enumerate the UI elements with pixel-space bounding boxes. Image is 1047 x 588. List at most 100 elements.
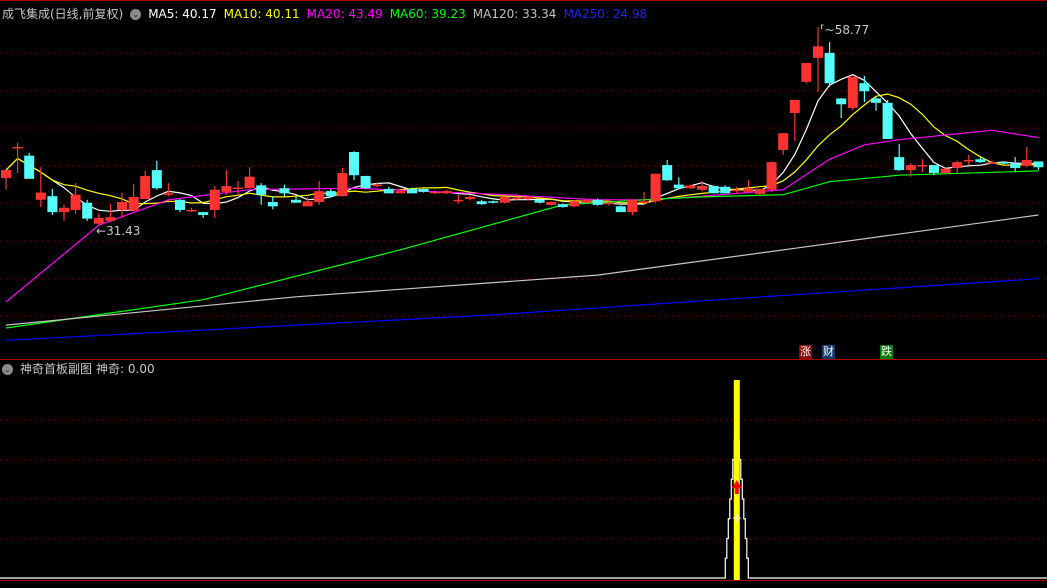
candle-body bbox=[871, 98, 881, 103]
candle-body bbox=[662, 165, 673, 181]
sub-header: ⌄ 神奇首板副图 神奇: 0.00 bbox=[2, 361, 155, 377]
candle-body bbox=[186, 209, 197, 212]
high-price-label: ⸢~58.77 bbox=[820, 23, 870, 37]
candle-up bbox=[128, 183, 139, 211]
candle-body bbox=[198, 212, 209, 216]
candle-body bbox=[975, 159, 986, 163]
candle-down bbox=[662, 159, 673, 181]
candle-body bbox=[441, 191, 452, 194]
ma10-label: MA10: 40.11 bbox=[223, 7, 300, 21]
ma20-label: MA20: 43.49 bbox=[306, 7, 383, 21]
candle-up bbox=[221, 170, 232, 195]
candle-up bbox=[1021, 146, 1032, 168]
candle-up bbox=[209, 186, 220, 218]
candle-body bbox=[789, 99, 800, 113]
candle-down bbox=[175, 199, 185, 213]
chevron-down-icon[interactable]: ⌄ bbox=[2, 363, 13, 375]
candle-down bbox=[325, 188, 336, 197]
candle-body bbox=[824, 52, 835, 84]
marker-die[interactable]: 跌 bbox=[880, 345, 893, 359]
candle-body bbox=[940, 168, 951, 174]
candle-body bbox=[650, 173, 661, 202]
candle-up bbox=[697, 180, 707, 192]
candle-down bbox=[267, 196, 278, 210]
candle-body bbox=[175, 199, 185, 210]
candle-body bbox=[59, 207, 69, 213]
candle-body bbox=[801, 62, 812, 82]
candle-up bbox=[569, 200, 580, 208]
chevron-down-icon[interactable]: ⌄ bbox=[130, 8, 142, 20]
sub-title: 神奇首板副图 bbox=[20, 362, 93, 376]
candle-up bbox=[441, 189, 452, 195]
candle-up bbox=[140, 170, 151, 200]
candle-body bbox=[778, 133, 789, 150]
candle-up bbox=[35, 167, 46, 208]
stock-title: 成飞集成(日线,前复权) bbox=[2, 7, 124, 21]
candle-body bbox=[465, 196, 475, 200]
ma250-label: MA250: 24.98 bbox=[563, 7, 648, 21]
candle-body bbox=[894, 157, 905, 171]
candle-body bbox=[581, 199, 591, 203]
candle-body bbox=[882, 102, 893, 140]
candle-body bbox=[639, 201, 649, 203]
candle-body bbox=[511, 197, 522, 200]
candle-up bbox=[117, 192, 127, 218]
candle-down bbox=[708, 185, 719, 194]
candle-body bbox=[1033, 161, 1044, 168]
candle-up bbox=[789, 99, 800, 142]
candle-down bbox=[24, 152, 35, 179]
candle-up bbox=[766, 161, 777, 192]
candle-up bbox=[847, 76, 858, 111]
candle-body bbox=[128, 196, 139, 211]
candle-body bbox=[47, 196, 58, 213]
candle-body bbox=[325, 191, 336, 197]
candle-up bbox=[314, 180, 325, 205]
candle-body bbox=[952, 162, 963, 168]
candle-down bbox=[383, 186, 394, 194]
candle-body bbox=[244, 176, 255, 189]
candle-up bbox=[453, 194, 464, 204]
candle-body bbox=[569, 201, 580, 207]
marker-zhang[interactable]: 涨 bbox=[799, 345, 812, 359]
candle-body bbox=[453, 199, 464, 202]
candle-body bbox=[499, 196, 510, 203]
candle-up bbox=[952, 160, 963, 174]
candle-body bbox=[847, 76, 858, 108]
candle-up bbox=[627, 199, 638, 216]
candle-up bbox=[12, 142, 23, 174]
candle-body bbox=[1021, 159, 1032, 166]
candle-up bbox=[731, 186, 742, 194]
candle-body bbox=[697, 186, 707, 190]
candle-body bbox=[163, 193, 174, 195]
candle-body bbox=[140, 175, 151, 200]
marker-cai[interactable]: 财 bbox=[822, 345, 835, 359]
candle-up bbox=[233, 180, 243, 197]
candle-up bbox=[1, 170, 11, 190]
candle-body bbox=[488, 201, 499, 203]
candle-body bbox=[82, 202, 93, 219]
candle-body bbox=[383, 188, 394, 194]
candle-up bbox=[465, 195, 475, 201]
candle-body bbox=[24, 155, 35, 179]
candle-body bbox=[615, 206, 626, 213]
candle-body bbox=[105, 217, 116, 221]
candle-body bbox=[917, 165, 928, 167]
candle-body bbox=[685, 185, 696, 189]
candle-up bbox=[639, 191, 649, 205]
candle-body bbox=[337, 173, 348, 197]
candle-body bbox=[279, 188, 290, 194]
candle-down bbox=[894, 144, 905, 171]
candle-down bbox=[476, 199, 487, 205]
candle-body bbox=[673, 184, 684, 189]
candle-body bbox=[70, 194, 81, 210]
candle-body bbox=[1010, 163, 1021, 168]
candle-body bbox=[836, 98, 847, 105]
ma120-label: MA120: 33.34 bbox=[472, 7, 557, 21]
candle-down bbox=[673, 177, 684, 189]
candle-up bbox=[499, 196, 510, 204]
candle-up bbox=[963, 154, 974, 166]
candle-body bbox=[708, 186, 719, 194]
candle-body bbox=[360, 175, 371, 189]
candle-body bbox=[476, 201, 487, 205]
candle-down bbox=[82, 199, 93, 221]
